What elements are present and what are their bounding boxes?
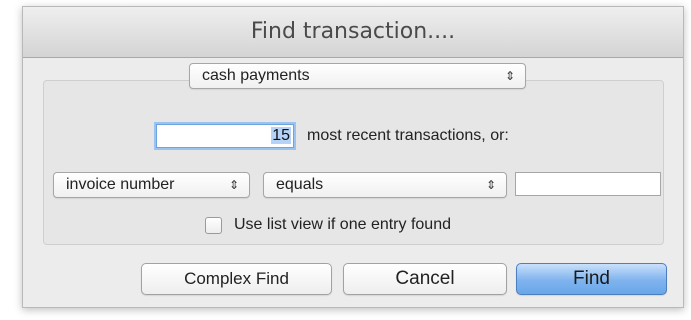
transaction-type-popup[interactable]: cash payments ⇕ — [189, 63, 526, 89]
operator-popup[interactable]: equals ⇕ — [263, 172, 507, 198]
list-view-label: Use list view if one entry found — [234, 216, 451, 233]
cancel-button[interactable]: Cancel — [343, 263, 507, 295]
search-value-input[interactable] — [515, 172, 661, 196]
find-button[interactable]: Find — [516, 263, 667, 295]
recent-count-input[interactable]: 15 — [156, 124, 294, 148]
list-view-checkbox[interactable] — [205, 217, 222, 234]
search-field-popup[interactable]: invoice number ⇕ — [53, 172, 250, 198]
find-transaction-dialog: Find transaction.... cash payments ⇕ 15 … — [22, 6, 684, 308]
operator-value: equals — [276, 176, 324, 193]
transaction-type-value: cash payments — [202, 67, 310, 84]
dialog-title: Find transaction.... — [23, 7, 683, 58]
updown-arrows-icon: ⇕ — [485, 178, 496, 192]
updown-arrows-icon: ⇕ — [504, 69, 515, 83]
recent-count-label: most recent transactions, or: — [307, 127, 509, 144]
updown-arrows-icon: ⇕ — [228, 178, 239, 192]
search-field-value: invoice number — [66, 176, 175, 193]
complex-find-button[interactable]: Complex Find — [141, 263, 332, 295]
recent-count-value: 15 — [271, 127, 291, 144]
